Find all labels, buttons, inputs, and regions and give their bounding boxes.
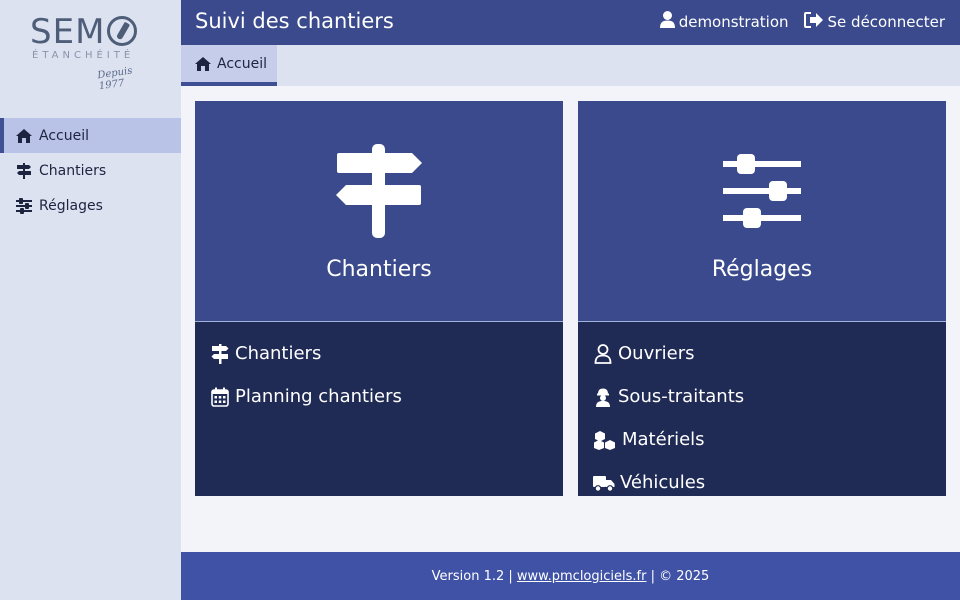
link-materiels[interactable]: Matériels — [578, 418, 946, 461]
signpost-icon — [209, 343, 231, 365]
sliders-icon — [16, 197, 32, 214]
sidebar-nav: Accueil Chantiers Réglages — [0, 118, 181, 223]
page-footer: Version 1.2 | www.pmclogiciels.fr | © 20… — [181, 552, 960, 600]
user-account-link[interactable]: demonstration — [659, 11, 789, 32]
link-sous-traitants[interactable]: Sous-traitants — [578, 375, 946, 418]
logout-icon — [803, 11, 824, 32]
footer-copyright: | © 2025 — [650, 568, 710, 584]
logout-label: Se déconnecter — [827, 12, 945, 31]
link-ouvriers[interactable]: Ouvriers — [578, 332, 946, 375]
footer-website-link[interactable]: www.pmclogiciels.fr — [517, 569, 647, 584]
home-icon — [195, 56, 211, 71]
logout-link[interactable]: Se déconnecter — [803, 11, 945, 32]
footer-version: Version 1.2 | — [431, 568, 513, 584]
sidebar-item-label: Chantiers — [39, 162, 107, 179]
link-label: Matériels — [622, 429, 705, 450]
sidebar: SEM ÉTANCHÉITÉ Depuis 1977 Accueil Chant… — [0, 0, 181, 600]
calendar-icon — [209, 386, 231, 408]
sidebar-item-reglages[interactable]: Réglages — [0, 188, 181, 223]
chantiers-card-header[interactable]: Chantiers — [195, 101, 563, 322]
reglages-card: Réglages Ouvriers Sous-traitants Matérie… — [578, 101, 946, 496]
link-chantiers[interactable]: Chantiers — [195, 332, 563, 375]
link-label: Ouvriers — [618, 343, 695, 364]
link-vehicules[interactable]: Véhicules — [578, 461, 946, 504]
tab-label: Accueil — [217, 55, 267, 72]
link-label: Chantiers — [235, 343, 322, 364]
signpost-icon — [16, 162, 32, 179]
logo-since: Depuis 1977 — [96, 65, 134, 93]
boxes-icon — [592, 429, 618, 451]
company-logo[interactable]: SEM ÉTANCHÉITÉ Depuis 1977 — [24, 10, 160, 93]
user-icon — [592, 343, 614, 365]
link-planning-chantiers[interactable]: Planning chantiers — [195, 375, 563, 418]
sliders-icon — [723, 154, 801, 228]
sidebar-item-chantiers[interactable]: Chantiers — [0, 153, 181, 188]
logo-subtitle: ÉTANCHÉITÉ — [32, 50, 135, 61]
top-header: Suivi des chantiers demonstration Se déc… — [181, 0, 960, 45]
home-icon — [16, 128, 32, 144]
link-label: Sous-traitants — [618, 386, 745, 407]
link-label: Planning chantiers — [235, 386, 402, 407]
worker-icon — [592, 386, 614, 408]
username: demonstration — [678, 12, 789, 31]
chantiers-card: Chantiers Chantiers Planning chantiers — [195, 101, 563, 496]
sidebar-item-accueil[interactable]: Accueil — [0, 118, 181, 153]
sidebar-item-label: Réglages — [39, 197, 103, 214]
link-label: Véhicules — [620, 472, 706, 493]
sidebar-item-label: Accueil — [39, 127, 89, 144]
user-icon — [659, 11, 675, 32]
tab-bar: Accueil — [181, 45, 960, 86]
chantiers-card-links: Chantiers Planning chantiers — [195, 322, 563, 496]
tab-accueil[interactable]: Accueil — [181, 45, 277, 86]
truck-icon — [592, 472, 616, 494]
logo-text: SEM — [30, 12, 106, 52]
reglages-card-links: Ouvriers Sous-traitants Matériels Véhicu… — [578, 322, 946, 496]
card-title: Chantiers — [326, 257, 432, 282]
card-title: Réglages — [711, 257, 813, 282]
signpost-icon — [336, 144, 422, 238]
reglages-card-header[interactable]: Réglages — [578, 101, 946, 322]
logo-drop-icon — [107, 16, 138, 46]
page-title: Suivi des chantiers — [195, 9, 394, 33]
